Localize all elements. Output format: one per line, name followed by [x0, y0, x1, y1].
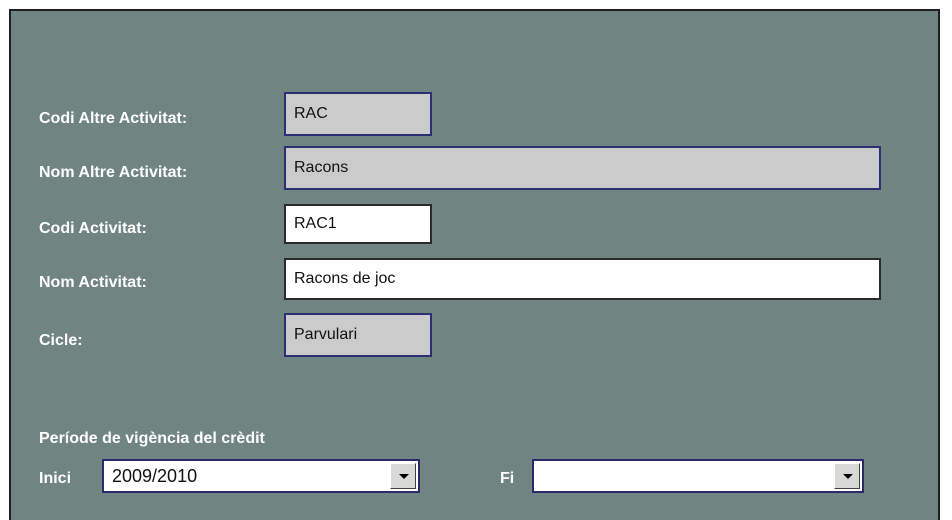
- codi-altre-activitat-label: Codi Altre Activitat:: [39, 110, 188, 127]
- codi-activitat-field[interactable]: [284, 204, 432, 244]
- codi-activitat-label: Codi Activitat:: [39, 220, 147, 237]
- codi-altre-activitat-field[interactable]: [284, 92, 432, 136]
- nom-altre-activitat-label: Nom Altre Activitat:: [39, 164, 188, 181]
- nom-activitat-field[interactable]: [284, 258, 881, 300]
- fi-label: Fi: [500, 470, 515, 487]
- chevron-down-icon[interactable]: [390, 463, 416, 489]
- nom-activitat-label: Nom Activitat:: [39, 274, 147, 291]
- fi-select[interactable]: [532, 459, 864, 493]
- inici-label: Inici: [39, 470, 72, 487]
- inici-select[interactable]: 2009/2010: [102, 459, 420, 493]
- chevron-down-icon[interactable]: [834, 463, 860, 489]
- form-panel: Codi Altre Activitat: Nom Altre Activita…: [9, 9, 940, 520]
- inici-selected-value: 2009/2010: [112, 466, 198, 486]
- cicle-label: Cicle:: [39, 332, 83, 349]
- nom-altre-activitat-field[interactable]: [284, 146, 881, 190]
- cicle-field[interactable]: [284, 313, 432, 357]
- periode-title: Període de vigència del crèdit: [39, 430, 265, 447]
